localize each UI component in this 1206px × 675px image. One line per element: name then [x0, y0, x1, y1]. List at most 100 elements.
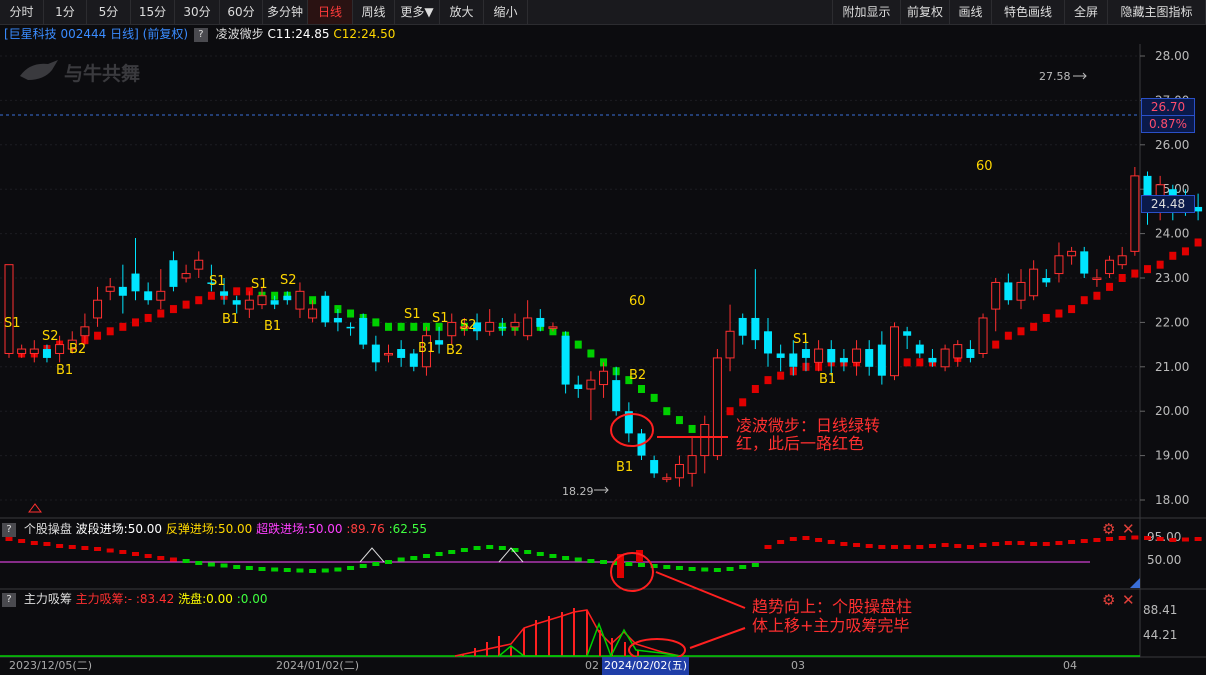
fullscreen-button[interactable]: 全屏	[1065, 0, 1108, 24]
candle	[384, 352, 393, 356]
draw-line-button[interactable]: 画线	[950, 0, 992, 24]
y-tick-label: 23.00	[1155, 271, 1189, 285]
lbwb-marker	[688, 424, 696, 433]
panel1-bar	[928, 544, 936, 548]
panel1-bar	[536, 552, 544, 556]
svg-text:与牛共舞: 与牛共舞	[64, 62, 140, 85]
zoom-in-button[interactable]: 放大	[440, 0, 484, 24]
lbwb-marker	[764, 376, 772, 385]
panel2-settings-icon[interactable]: ⚙	[1102, 592, 1115, 608]
lbwb-marker	[258, 291, 266, 300]
panel1-bar	[359, 564, 367, 568]
y-tick-label: 28.00	[1155, 49, 1189, 63]
lbwb-marker	[979, 345, 987, 354]
date-label-4: 03	[791, 659, 805, 672]
lbwb-marker	[56, 340, 64, 349]
period-button-60min[interactable]: 60分	[220, 0, 263, 24]
annotation-ellipse	[610, 413, 654, 447]
lbwb-marker	[372, 318, 380, 327]
panel1-bar	[992, 542, 1000, 546]
lbwb-marker	[1131, 269, 1139, 278]
candle	[308, 308, 318, 319]
period-button-multi[interactable]: 多分钟	[263, 0, 308, 24]
lbwb-marker	[296, 296, 304, 305]
lbwb-marker	[18, 349, 26, 358]
help-icon[interactable]: ?	[193, 27, 208, 42]
annotation-pointer	[655, 571, 746, 609]
candle	[346, 326, 355, 329]
panel1-help-icon[interactable]: ?	[2, 522, 16, 537]
signal-label: S1	[404, 307, 421, 322]
lbwb-marker	[144, 313, 152, 322]
panel1-label-3: :89.76	[346, 522, 385, 536]
panel2-y-tick: 44.21	[1143, 628, 1177, 642]
period-button-5min[interactable]: 5分	[87, 0, 131, 24]
candle	[877, 344, 886, 376]
panel1-close-icon[interactable]: ✕	[1122, 521, 1135, 537]
more-dropdown[interactable]: 更多▼	[395, 0, 440, 24]
kline-chart[interactable]: 28.0027.0026.0025.0024.0023.0022.0021.00…	[0, 0, 1206, 675]
lbwb-marker	[385, 322, 392, 331]
candle	[865, 349, 874, 367]
candle	[915, 344, 924, 354]
lbwb-marker	[1042, 313, 1050, 322]
signal-label: S2	[280, 273, 297, 288]
lbwb-marker	[1068, 305, 1076, 314]
panel1-bar	[1004, 541, 1012, 545]
adjust-label: (前复权)	[142, 27, 189, 41]
panel1-name[interactable]: 个股操盘	[24, 522, 72, 536]
candle	[220, 291, 229, 296]
lbwb-marker	[966, 349, 974, 358]
panel1-bar	[1042, 542, 1050, 546]
y-tick-label: 19.00	[1155, 449, 1189, 463]
candle	[105, 286, 115, 292]
candle	[624, 411, 633, 434]
indicator-name[interactable]: 凌波微步	[216, 27, 264, 41]
lbwb-marker	[941, 358, 949, 367]
period-button-1min[interactable]: 1分	[44, 0, 87, 24]
candle	[232, 300, 241, 305]
extra-display-button[interactable]: 附加显示	[832, 0, 901, 24]
panel1-bar	[815, 538, 823, 542]
panel2-help-icon[interactable]: ?	[2, 592, 16, 607]
panel1-bar	[321, 568, 329, 573]
low-price-label: 18.29	[562, 485, 594, 498]
candle	[333, 317, 342, 323]
signal-label: B2	[629, 368, 646, 383]
period-button-30min[interactable]: 30分	[175, 0, 220, 24]
panel2-name[interactable]: 主力吸筹	[24, 592, 72, 606]
panel1-bar	[878, 545, 886, 549]
forward-adjust-button[interactable]: 前复权	[901, 0, 950, 24]
period-button-15min[interactable]: 15分	[131, 0, 175, 24]
candle	[852, 348, 862, 363]
hide-indicator-button[interactable]: 隐藏主图指标	[1108, 0, 1206, 24]
lbwb-marker	[271, 291, 279, 300]
candle	[903, 331, 912, 336]
lbwb-marker	[334, 305, 342, 314]
zoom-out-button[interactable]: 缩小	[484, 0, 528, 24]
lbwb-marker	[182, 300, 190, 309]
panel2-close-icon[interactable]: ✕	[1122, 592, 1135, 608]
date-label-5: 04	[1063, 659, 1077, 672]
lbwb-marker	[815, 362, 823, 371]
candle	[776, 353, 785, 358]
panel1-bar	[617, 554, 624, 578]
candle	[169, 260, 178, 287]
main-plot-area	[0, 44, 1140, 518]
panel1-label-4: :62.55	[388, 522, 428, 536]
y-tick-label: 24.00	[1155, 227, 1189, 241]
candle	[485, 321, 495, 332]
lbwb-marker	[992, 340, 1000, 349]
period-button-daily[interactable]: 日线	[308, 0, 353, 24]
panel1-bar	[739, 565, 747, 569]
lbwb-marker	[549, 327, 557, 336]
special-draw-button[interactable]: 特色画线	[992, 0, 1065, 24]
panel1-settings-icon[interactable]: ⚙	[1102, 521, 1115, 537]
panel1-bar	[1055, 541, 1063, 545]
candle	[321, 295, 330, 323]
period-button-weekly[interactable]: 周线	[353, 0, 395, 24]
panel1-bar	[777, 540, 785, 544]
signal-label: B1	[222, 312, 239, 327]
panel1-bar	[157, 556, 165, 560]
period-button-fenshi[interactable]: 分时	[0, 0, 44, 24]
